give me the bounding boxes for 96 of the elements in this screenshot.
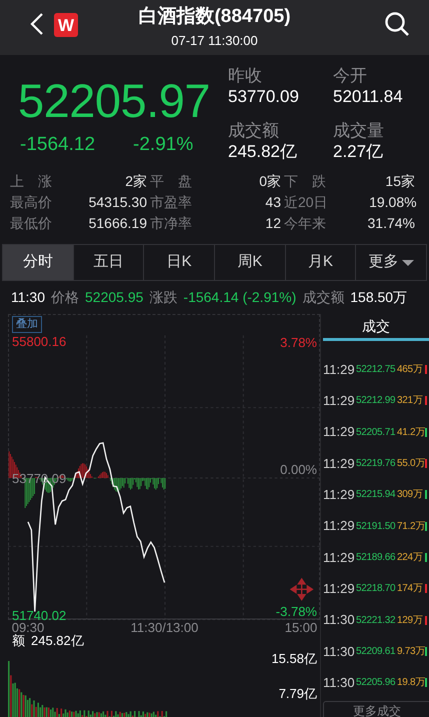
volume-total: 245.82亿 — [31, 633, 84, 648]
summary-label: 市净率 — [149, 214, 192, 233]
index-price: 52205.97 — [18, 74, 212, 128]
trade-volume: 41.2万 — [397, 426, 425, 440]
stat-label: 昨收 — [228, 65, 263, 86]
summary-value: 51666.19 — [88, 214, 147, 233]
info-change: -1564.14 (-2.91%) — [183, 288, 296, 307]
stat-label: 今开 — [333, 65, 368, 86]
trade-volume: 71.2万 — [397, 520, 425, 534]
summary-label: 市盈率 — [149, 193, 192, 212]
summary-label: 最低价 — [9, 214, 53, 233]
axis-zero-percent: 0.00% — [280, 462, 317, 477]
summary-label: 近20日 — [283, 193, 328, 212]
trade-price: 52205.71 — [356, 426, 396, 440]
price-change: -1564.12 — [20, 134, 96, 156]
trade-volume: 174万 — [397, 582, 424, 596]
info-amount: 158.50万 — [350, 288, 408, 307]
info-label: 涨跌 — [149, 288, 178, 307]
trade-volume: 224万 — [397, 550, 424, 565]
y-axis-label: 55800.16 — [12, 334, 66, 348]
trade-price: 52221.32 — [356, 614, 396, 628]
trade-price: 52209.61 — [356, 644, 396, 659]
summary-value: 43 — [264, 193, 281, 212]
summary-label: 今年来 — [283, 214, 326, 233]
x-axis-label: 09:30 — [12, 620, 44, 635]
axis-high-percent: 3.78% — [280, 335, 317, 350]
percent-change: -2.91% — [133, 134, 194, 156]
trade-time: 11:29 — [323, 548, 356, 567]
summary-value: 0家 — [258, 172, 281, 191]
info-time: 11:30 — [11, 288, 45, 307]
info-price: 52205.95 — [85, 288, 144, 307]
stat-value: 53770.09 — [228, 86, 300, 107]
chart-tab[interactable]: 月K — [284, 245, 356, 280]
volume-scale-label: 7.79亿 — [278, 686, 317, 701]
summary-value: 31.74% — [366, 214, 415, 233]
chart-tab[interactable]: 五日 — [72, 245, 144, 280]
summary-value: 15家 — [384, 172, 415, 191]
trade-price: 52189.66 — [356, 550, 396, 565]
trade-price: 52212.75 — [356, 363, 396, 378]
trade-time: 11:29 — [323, 454, 356, 473]
trade-time: 11:29 — [323, 580, 356, 598]
summary-label: 平 盘 — [149, 172, 192, 191]
stat-value: 2.27亿 — [333, 140, 384, 162]
trade-price: 52191.50 — [356, 520, 396, 534]
overlay-button[interactable]: 叠加 — [12, 316, 42, 333]
chart-tab[interactable]: 日K — [143, 245, 214, 280]
more-trades-button[interactable]: 更多成交 — [323, 701, 429, 717]
trade-price: 52205.96 — [356, 676, 396, 690]
move-arrows-icon[interactable] — [290, 578, 314, 601]
axis-low-percent: -3.78% — [276, 604, 317, 619]
app-logo[interactable]: W — [54, 13, 78, 37]
trade-price: 52219.76 — [356, 457, 396, 472]
volume-scale-label: 15.58亿 — [271, 651, 317, 666]
volume-label: 额 — [12, 633, 25, 648]
chart-tab[interactable]: 更多 — [355, 245, 426, 280]
trade-time: 11:29 — [323, 517, 356, 536]
search-icon[interactable] — [383, 10, 411, 38]
stat-value: 245.82亿 — [228, 140, 298, 162]
trade-time: 11:29 — [323, 486, 356, 504]
trade-time: 11:29 — [323, 423, 356, 442]
summary-label: 下 跌 — [283, 172, 326, 191]
date-time: 07-17 11:30:00 — [171, 32, 258, 50]
trade-volume: 9.73万 — [397, 644, 425, 659]
trade-volume: 19.8万 — [397, 676, 425, 690]
trade-time: 11:30 — [323, 642, 356, 661]
chart-tab[interactable]: 周K — [214, 245, 285, 280]
page-title: 白酒指数(884705) — [138, 5, 291, 29]
trade-volume: 129万 — [397, 614, 424, 628]
trade-volume: 55.0万 — [397, 457, 425, 472]
summary-label: 最高价 — [9, 193, 53, 212]
stat-value: 52011.84 — [333, 86, 404, 107]
trade-volume: 321万 — [397, 394, 424, 408]
summary-value: 54315.30 — [88, 193, 147, 212]
caret-icon — [402, 258, 414, 266]
stat-label: 成交额 — [228, 120, 280, 140]
y-axis-label: 51740.02 — [12, 608, 66, 622]
trade-time: 11:30 — [323, 611, 356, 630]
trade-time: 11:29 — [323, 360, 356, 379]
chart-tab[interactable]: 分时 — [3, 245, 73, 280]
trade-volume: 309万 — [397, 488, 424, 502]
trade-price: 52215.94 — [356, 488, 396, 502]
trade-price: 52212.99 — [356, 394, 396, 408]
summary-label: 上 涨 — [9, 172, 53, 191]
x-axis-label: 11:30/13:00 — [130, 620, 198, 635]
trade-volume: 465万 — [397, 363, 424, 378]
stat-label: 成交量 — [333, 120, 385, 140]
info-label: 价格 — [51, 288, 79, 307]
trades-tab[interactable]: 成交 — [323, 314, 429, 341]
summary-value: 19.08% — [368, 193, 417, 212]
trade-time: 11:29 — [323, 392, 356, 410]
summary-value: 2家 — [124, 172, 147, 191]
summary-value: 12 — [264, 214, 281, 233]
trade-price: 52218.70 — [356, 582, 396, 596]
x-axis-label: 15:00 — [284, 620, 318, 635]
trade-time: 11:30 — [323, 674, 356, 692]
info-label: 成交额 — [302, 288, 344, 307]
